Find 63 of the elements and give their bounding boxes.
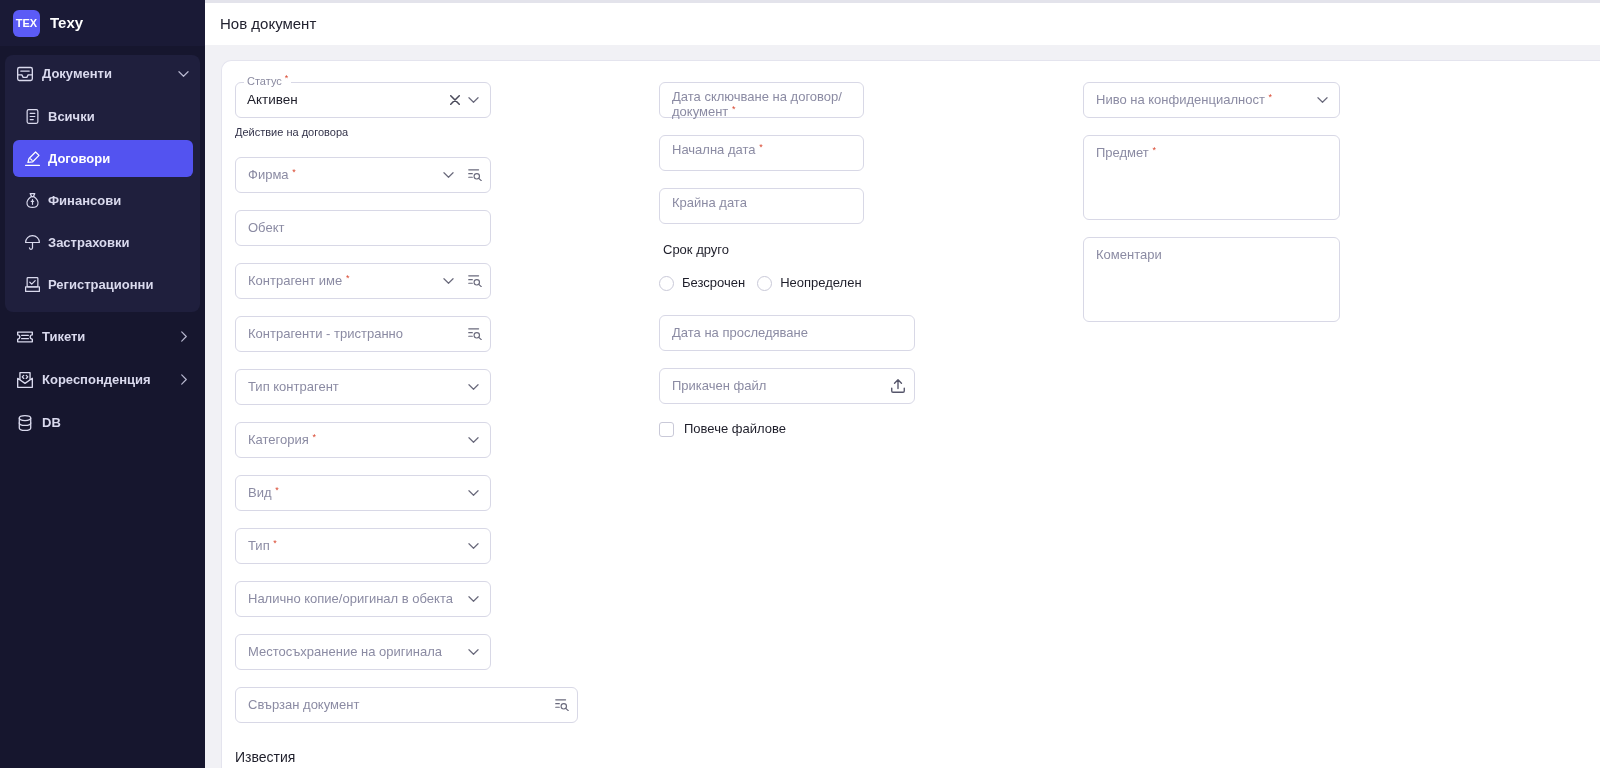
list-search-icon[interactable] — [468, 169, 482, 181]
search-field[interactable]: Контрагенти - тристранно — [235, 316, 491, 352]
sidebar-item[interactable]: Кореспонденция — [0, 358, 205, 401]
upload-icon[interactable] — [891, 379, 905, 393]
checkbox[interactable] — [659, 421, 674, 437]
sidebar-subitem[interactable]: Всички — [13, 98, 193, 135]
field-label: Статус $^{*}$ — [244, 75, 292, 88]
document-icon — [25, 109, 40, 124]
text-field[interactable]: Дата на проследяване — [659, 315, 915, 351]
umbrella-icon — [25, 235, 40, 250]
pen-icon — [25, 151, 40, 166]
select-field[interactable]: Ниво на конфиденциалност $^{*}$ — [1083, 82, 1340, 118]
helper-text: Действие на договора — [235, 125, 350, 140]
app-name: Texy — [50, 12, 84, 33]
sidebar-item[interactable]: DB — [0, 401, 205, 444]
sidebar-item[interactable]: Тикети — [0, 315, 205, 358]
chevron-down-icon — [443, 278, 454, 284]
search-field[interactable]: Свързан документ — [235, 687, 578, 723]
group-label: Срок друго — [663, 241, 729, 258]
chevron-down-icon — [468, 490, 479, 496]
list-search-icon[interactable] — [468, 328, 482, 340]
chevron-down-icon — [468, 543, 479, 549]
chevron-down-icon — [468, 649, 479, 655]
file-field[interactable]: Прикачен файл — [659, 368, 915, 404]
sidebar-subitem[interactable]: Застраховки — [13, 224, 193, 261]
chevron-down-icon — [1317, 97, 1328, 103]
chevron-down-icon — [468, 97, 479, 103]
tray-icon — [17, 65, 33, 82]
database-icon — [17, 414, 33, 431]
checkbox-label: Повече файлове — [684, 421, 786, 437]
select-field[interactable]: Категория $^{*}$ — [235, 422, 491, 458]
page-title: Нов документ — [220, 13, 317, 34]
sidebar-subitem[interactable]: Регистрационни — [13, 266, 193, 303]
money-bag-icon — [25, 193, 40, 208]
text-field[interactable]: Дата сключване на договор/ документ $^{*}$ — [659, 82, 864, 118]
textarea-field[interactable]: Предмет $^{*}$ — [1083, 135, 1340, 220]
chevron-down-icon — [443, 172, 454, 178]
chevron-down-icon — [468, 596, 479, 602]
text-field[interactable]: Крайна дата — [659, 188, 864, 224]
list-search-icon[interactable] — [555, 699, 569, 711]
radio-label: Безсрочен — [682, 275, 746, 291]
select-field[interactable]: Вид $^{*}$ — [235, 475, 491, 511]
close-icon[interactable] — [450, 95, 460, 105]
logo: TEX — [13, 9, 40, 37]
sidebar-subitem[interactable]: Договори — [13, 140, 193, 177]
select-field[interactable]: Контрагент име $^{*}$ — [235, 263, 491, 299]
textarea-field[interactable]: Коментари — [1083, 237, 1340, 322]
select-field[interactable]: Фирма $^{*}$ — [235, 157, 491, 193]
text-field[interactable]: Обект — [235, 210, 491, 246]
sidebar-item[interactable]: Документи — [5, 55, 200, 92]
envelope-icon — [17, 371, 33, 388]
select-field[interactable]: Налично копие/оригинал в обекта — [235, 581, 491, 617]
check-tray-icon — [25, 277, 40, 292]
chevron-down-icon — [468, 437, 479, 443]
chevron-down-icon — [468, 384, 479, 390]
select-field[interactable]: Тип $^{*}$ — [235, 528, 491, 564]
select-field[interactable]: Тип контрагент — [235, 369, 491, 405]
select-field[interactable]: Местосъхранение на оригинала — [235, 634, 491, 670]
sidebar-subitem[interactable]: Финансови — [13, 182, 193, 219]
radio-label: Неопределен — [780, 275, 862, 291]
section-title: Известия — [235, 748, 296, 766]
text-field[interactable]: Начална дата $^{*}$ — [659, 135, 864, 171]
list-search-icon[interactable] — [468, 275, 482, 287]
